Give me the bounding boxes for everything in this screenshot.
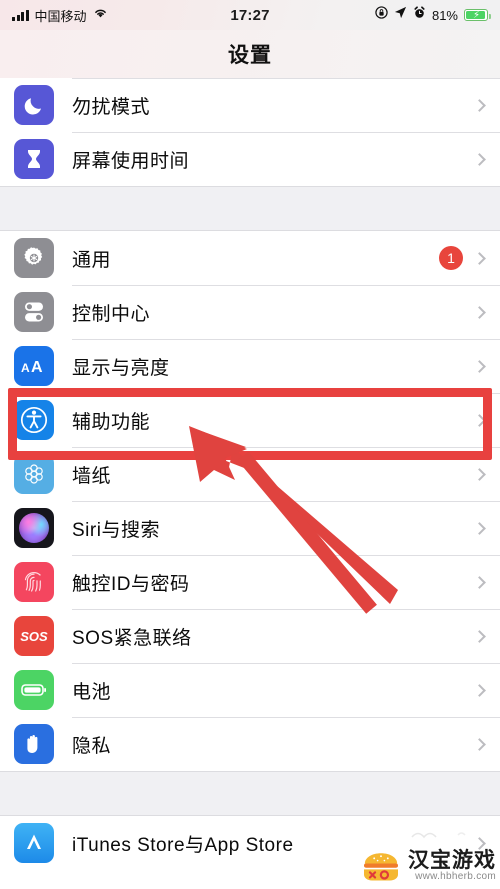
settings-row-label: 通用 (72, 249, 112, 271)
settings-row-label: 触控ID与密码 (72, 573, 190, 595)
row-accessory (473, 467, 500, 481)
settings-row-touch-id-passcode[interactable]: 触控ID与密码 (0, 555, 500, 609)
chevron-right-icon (473, 737, 486, 751)
watermark: 汉宝游戏 www.hbherb.com (361, 849, 496, 883)
status-badge: 1 (439, 246, 463, 270)
chevron-right-icon (473, 413, 486, 427)
settings-row-display-brightness[interactable]: A A 显示与亮度 (0, 339, 500, 393)
watermark-name: 汉宝游戏 (408, 848, 496, 872)
settings-row-label: 屏幕使用时间 (72, 150, 190, 172)
page-title: 设置 (228, 44, 272, 67)
settings-row-label: 电池 (72, 681, 112, 703)
watermark-url: www.hbherb.com (415, 870, 496, 882)
settings-row-control-center[interactable]: 控制中心 (0, 285, 500, 339)
battery-percent-label: 81% (431, 7, 458, 23)
status-bar: 中国移动 17:27 81% ⚡ (0, 0, 500, 30)
wallpaper-flower-icon (14, 454, 54, 494)
section-gap (0, 186, 500, 231)
settings-row-privacy[interactable]: 隐私 (0, 717, 500, 771)
battery-charging-icon: ⚡ (464, 9, 491, 21)
row-accessory (473, 98, 500, 112)
moon-icon (14, 85, 54, 125)
location-arrow-icon (394, 6, 407, 24)
siri-orb-icon (14, 508, 54, 548)
sos-icon: SOS (14, 616, 54, 656)
gear-icon (14, 238, 54, 278)
settings-row-label: 辅助功能 (72, 411, 151, 433)
alarm-clock-icon (413, 6, 426, 24)
settings-row-label: Siri与搜索 (72, 519, 160, 541)
chevron-right-icon (473, 575, 486, 589)
settings-row-emergency-sos[interactable]: SOS SOS紧急联络 (0, 609, 500, 663)
row-accessory (473, 152, 500, 166)
toggles-icon (14, 292, 54, 332)
watermark-text: 汉宝游戏 www.hbherb.com (408, 848, 496, 883)
row-accessory (473, 359, 500, 373)
settings-list: 勿扰模式 屏幕使用时间 通用 1 控制中心 A A 显示与亮度 辅助功能 墙纸 … (0, 78, 500, 870)
fingerprint-icon (14, 562, 54, 602)
status-bar-right: 81% ⚡ (375, 6, 491, 24)
rotation-lock-icon (375, 6, 388, 24)
row-accessory (473, 683, 500, 697)
settings-group-focus: 勿扰模式 屏幕使用时间 (0, 78, 500, 186)
chevron-right-icon (473, 251, 486, 265)
settings-row-general[interactable]: 通用 1 (0, 231, 500, 285)
row-accessory (473, 413, 500, 427)
svg-text:A: A (21, 361, 30, 375)
burger-logo-icon (364, 853, 398, 881)
settings-row-screen-time[interactable]: 屏幕使用时间 (0, 132, 500, 186)
settings-row-do-not-disturb[interactable]: 勿扰模式 (0, 78, 500, 132)
battery-icon (14, 670, 54, 710)
chevron-right-icon (473, 305, 486, 319)
section-gap (0, 771, 500, 816)
navigation-bar: 设置 (0, 30, 500, 78)
watermark-birds-icon (411, 832, 466, 839)
accessibility-icon (14, 400, 54, 440)
settings-row-label: 控制中心 (72, 303, 151, 325)
settings-row-label: iTunes Store与App Store (72, 834, 294, 856)
row-accessory (473, 521, 500, 535)
app-store-icon (14, 823, 54, 863)
settings-row-label: 隐私 (72, 735, 112, 757)
row-accessory: 1 (439, 246, 500, 270)
row-accessory (473, 737, 500, 751)
chevron-right-icon (473, 683, 486, 697)
settings-row-label: SOS紧急联络 (72, 627, 192, 649)
row-accessory (473, 575, 500, 589)
chevron-right-icon (473, 359, 486, 373)
svg-text:A: A (31, 359, 43, 376)
settings-group-system: 通用 1 控制中心 A A 显示与亮度 辅助功能 墙纸 Siri与搜索 触控ID… (0, 231, 500, 771)
settings-row-siri-search[interactable]: Siri与搜索 (0, 501, 500, 555)
chevron-right-icon (473, 98, 486, 112)
hourglass-icon (14, 139, 54, 179)
row-accessory (473, 629, 500, 643)
row-accessory (473, 305, 500, 319)
settings-row-wallpaper[interactable]: 墙纸 (0, 447, 500, 501)
settings-row-battery[interactable]: 电池 (0, 663, 500, 717)
settings-row-label: 墙纸 (72, 465, 112, 487)
privacy-hand-icon (14, 724, 54, 764)
settings-row-label: 勿扰模式 (72, 96, 151, 118)
chevron-right-icon (473, 467, 486, 481)
iphone-settings-screen: 中国移动 17:27 81% ⚡ 设置 勿扰模式 屏幕使用时间 通用 1 控制中… (0, 0, 500, 889)
chevron-right-icon (473, 152, 486, 166)
settings-row-accessibility[interactable]: 辅助功能 (0, 393, 500, 447)
chevron-right-icon (473, 629, 486, 643)
settings-row-label: 显示与亮度 (72, 357, 170, 379)
text-size-aa-icon: A A (14, 346, 54, 386)
chevron-right-icon (473, 521, 486, 535)
